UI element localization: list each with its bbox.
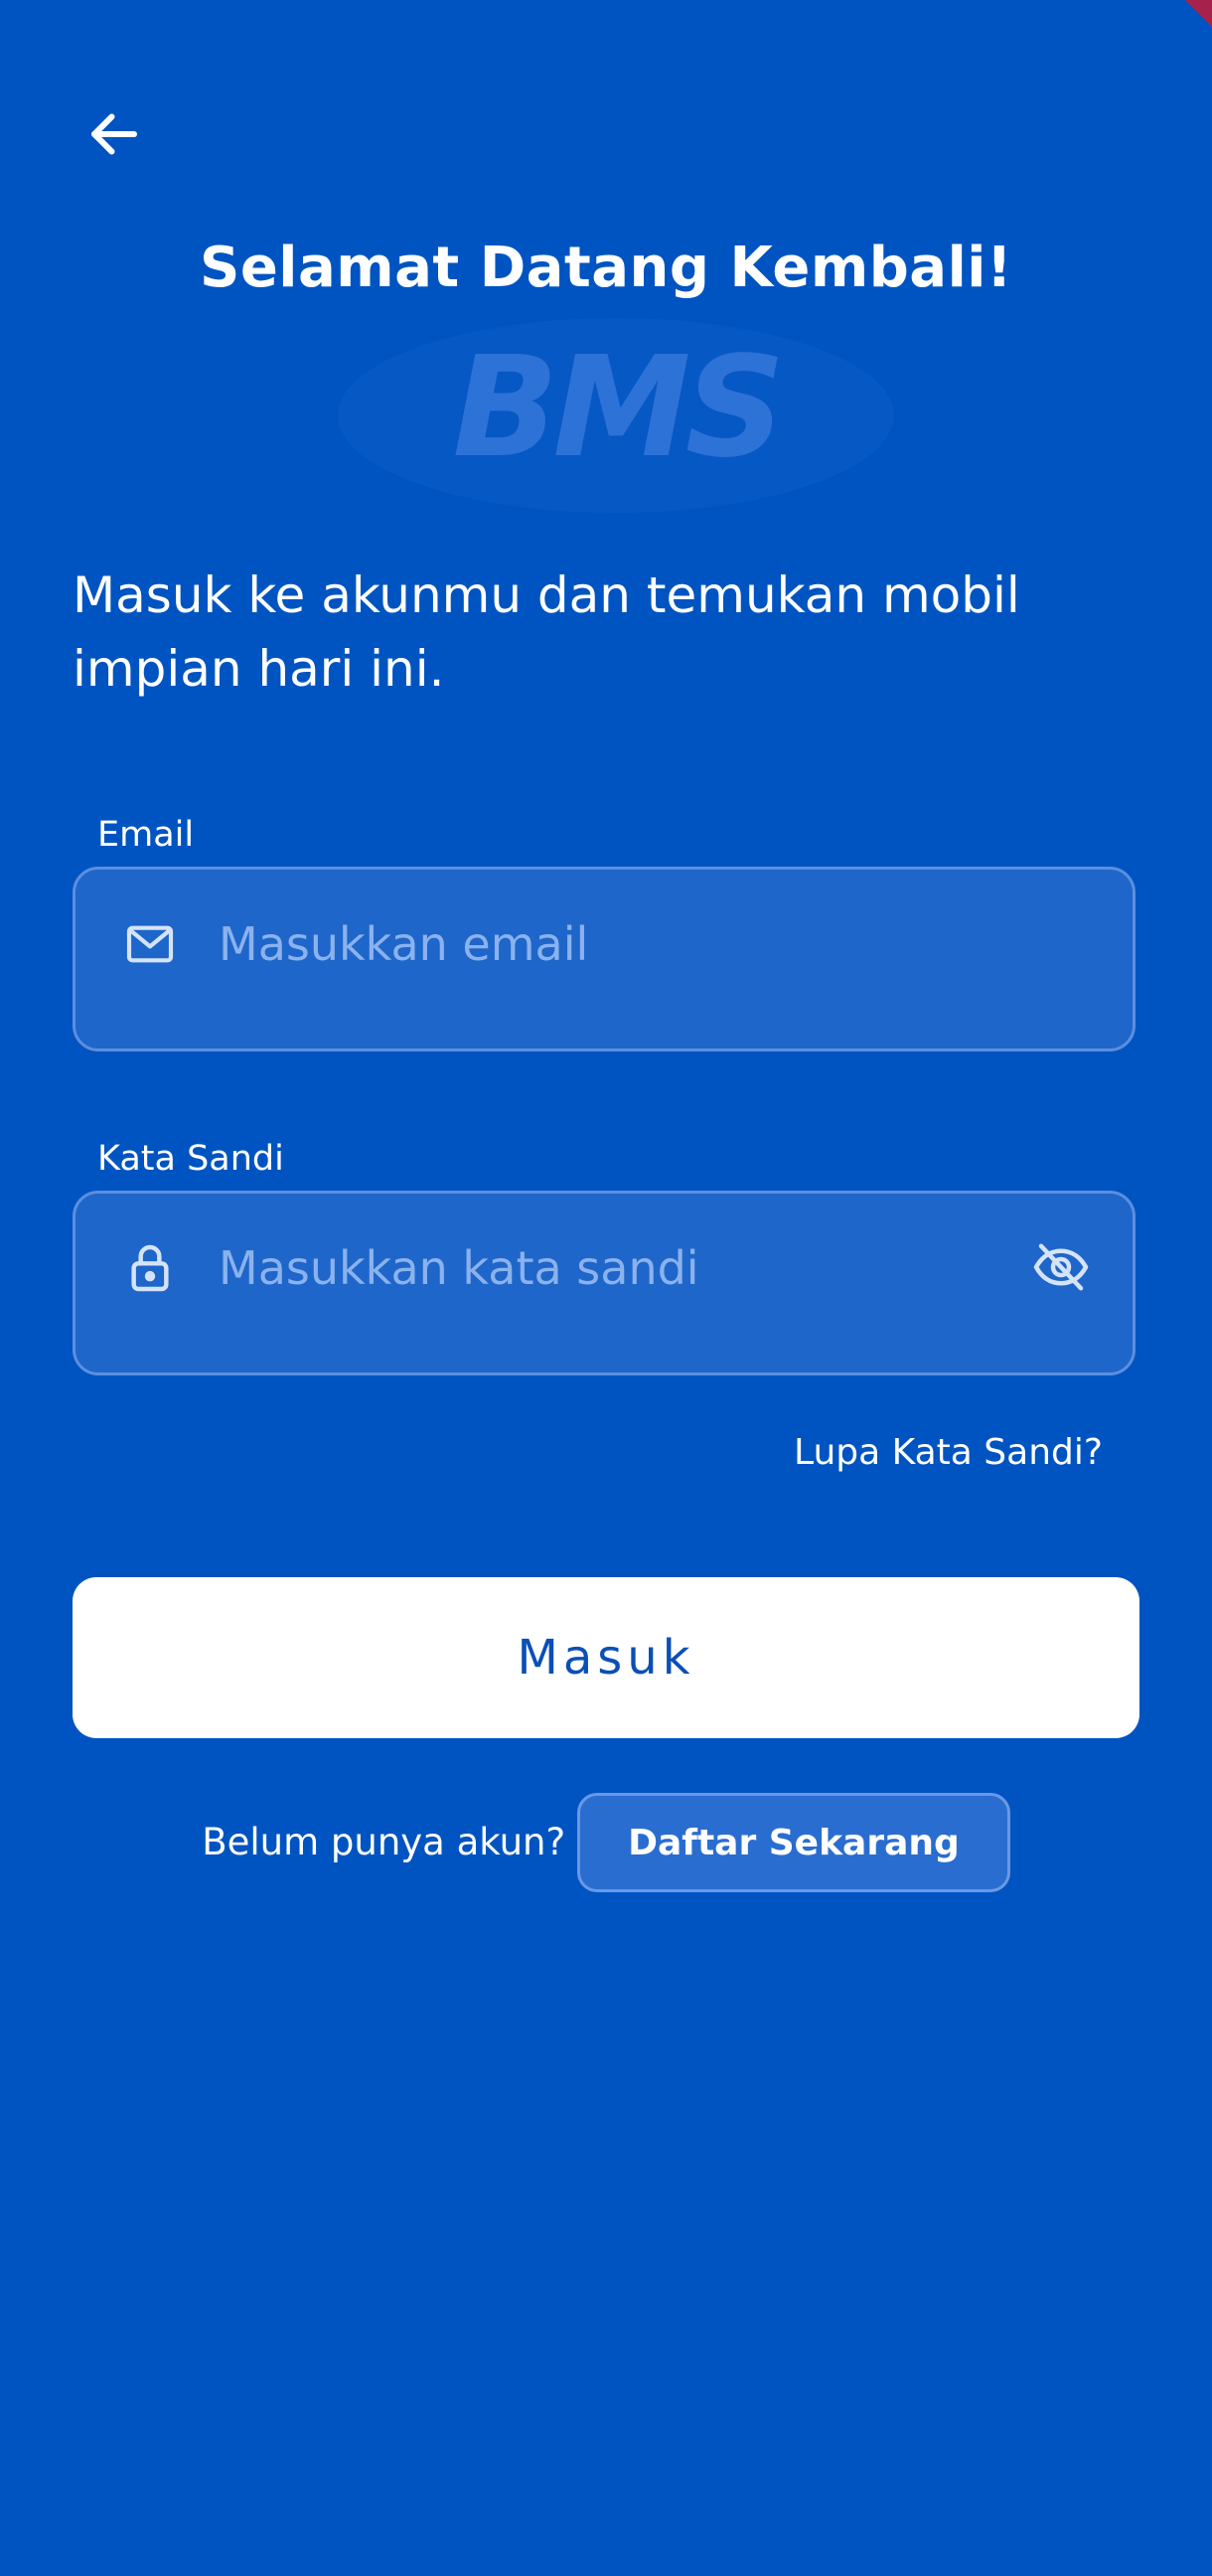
eye-off-icon [1031, 1237, 1091, 1301]
signup-button[interactable]: Daftar Sekarang [577, 1793, 1010, 1892]
lock-icon [119, 1237, 181, 1299]
brand-logo-text: BMS [453, 327, 780, 489]
mail-icon [119, 913, 181, 975]
login-button[interactable]: Masuk [73, 1577, 1139, 1738]
email-input[interactable] [219, 909, 934, 979]
corner-ribbon [1156, 0, 1212, 56]
forgot-password-link[interactable]: Lupa Kata Sandi? [794, 1431, 1103, 1475]
page-title: Selamat Datang Kembali! [199, 236, 1013, 300]
back-button[interactable] [74, 95, 155, 177]
password-label: Kata Sandi [97, 1139, 284, 1179]
password-field-container[interactable] [73, 1191, 1136, 1375]
email-label: Email [97, 815, 195, 855]
password-input[interactable] [219, 1233, 934, 1303]
signup-prompt: Belum punya akun? [202, 1821, 566, 1863]
brand-logo: BMS [328, 316, 904, 535]
password-visibility-toggle[interactable] [1029, 1237, 1093, 1301]
arrow-left-icon [84, 104, 144, 168]
page-subtitle: Masuk ke akunmu dan temukan mobil impian… [73, 566, 1020, 698]
email-field-container[interactable] [73, 867, 1136, 1051]
signup-row: Belum punya akun? Daftar Sekarang [0, 1792, 1212, 1893]
